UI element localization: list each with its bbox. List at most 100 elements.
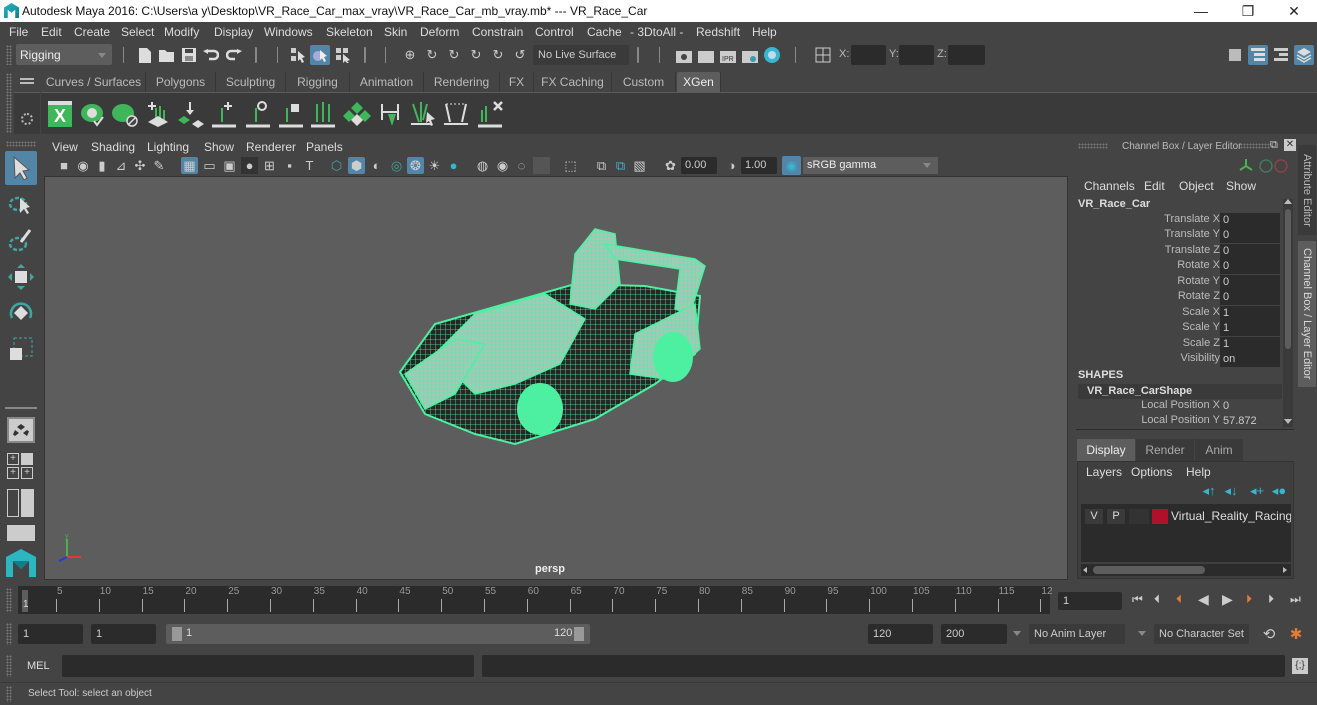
- exposure-icon[interactable]: ✿: [662, 157, 679, 174]
- depth-of-field-icon[interactable]: [533, 157, 550, 174]
- color-space-dropdown[interactable]: sRGB gamma: [803, 157, 938, 174]
- menu-skeleton[interactable]: Skeleton: [326, 25, 373, 39]
- four-view-layout-icon[interactable]: + + +: [7, 453, 35, 481]
- ipr-render-icon[interactable]: IPR: [718, 45, 738, 65]
- tab-render[interactable]: Render: [1136, 439, 1194, 461]
- channel-value[interactable]: 1: [1220, 337, 1280, 352]
- tab-rendering[interactable]: Rendering: [424, 72, 500, 92]
- lasso-tool-icon[interactable]: [5, 189, 37, 221]
- step-back-frame-icon[interactable]: ⏴: [1176, 592, 1182, 607]
- select-by-hierarchy-icon[interactable]: [288, 45, 308, 65]
- step-forward-frame-icon[interactable]: ⏵: [1246, 592, 1252, 607]
- scroll-up-icon[interactable]: [1284, 199, 1292, 204]
- cb-menu-channels[interactable]: Channels: [1084, 179, 1135, 193]
- drag-handle[interactable]: [6, 686, 12, 702]
- menu-deform[interactable]: Deform: [420, 25, 459, 39]
- cb-menu-show[interactable]: Show: [1226, 179, 1256, 193]
- select-by-object-icon[interactable]: [310, 45, 330, 65]
- channel-row[interactable]: Visibility on: [1072, 352, 1282, 367]
- collapse-arrow[interactable]: [637, 47, 641, 63]
- xgen-hide-primitives-icon[interactable]: [111, 99, 139, 129]
- le-menu-layers[interactable]: Layers: [1086, 465, 1122, 479]
- scale-tool-icon[interactable]: [5, 333, 37, 365]
- play-backward-icon[interactable]: ◀: [1198, 591, 1209, 608]
- menu-file[interactable]: File: [9, 25, 28, 39]
- drag-handle[interactable]: [6, 73, 12, 133]
- drag-handle[interactable]: [6, 588, 12, 612]
- hypershade-icon[interactable]: [762, 45, 782, 65]
- play-forward-icon[interactable]: ▶: [1222, 591, 1233, 608]
- anti-aliasing-icon[interactable]: ◌: [513, 157, 530, 174]
- animation-preferences-icon[interactable]: ✱: [1286, 624, 1306, 644]
- move-tool-icon[interactable]: [5, 261, 37, 293]
- race-car-model[interactable]: [395, 224, 715, 446]
- channel-row[interactable]: Rotate Y0: [1072, 275, 1282, 290]
- tab-curves-surfaces[interactable]: Curves / Surfaces: [42, 72, 146, 92]
- scroll-right-icon[interactable]: [1283, 567, 1287, 573]
- new-layer-selected-icon[interactable]: ◂●: [1270, 483, 1288, 498]
- channel-value[interactable]: 0: [1220, 213, 1280, 228]
- chevron-down-icon[interactable]: [1013, 631, 1021, 636]
- snap-to-curve-icon[interactable]: ↻: [422, 45, 442, 65]
- tab-fx-caching[interactable]: FX Caching: [534, 72, 612, 92]
- tab-channel-box-layer-editor[interactable]: Channel Box / Layer Editor: [1298, 241, 1316, 387]
- xgen-sculpt-guides-icon[interactable]: [244, 99, 272, 129]
- playback-end-input[interactable]: 120: [868, 624, 933, 644]
- channel-row[interactable]: Translate Z0: [1072, 244, 1282, 259]
- select-by-component-icon[interactable]: [333, 45, 353, 65]
- outliner-layout-icon[interactable]: [7, 525, 35, 541]
- vp-menu-view[interactable]: View: [52, 140, 78, 154]
- go-to-start-icon[interactable]: ⏮: [1132, 592, 1143, 607]
- xgen-guide-bounds-icon[interactable]: [442, 99, 470, 129]
- smooth-shade-icon[interactable]: ⬢: [348, 157, 365, 174]
- isolate-select-icon[interactable]: ⬚: [562, 157, 579, 174]
- screen-space-ao-icon[interactable]: ◍: [474, 157, 491, 174]
- vp-menu-renderer[interactable]: Renderer: [246, 140, 296, 154]
- channel-row[interactable]: Rotate X0: [1072, 259, 1282, 274]
- textured-icon[interactable]: ❂: [407, 157, 424, 174]
- snap-to-grid-icon[interactable]: ⊕: [400, 45, 420, 65]
- modeling-toolkit-icon[interactable]: [1225, 45, 1245, 65]
- step-back-key-icon[interactable]: ⏴: [1154, 592, 1160, 607]
- cb-menu-object[interactable]: Object: [1179, 179, 1214, 193]
- auto-keyframe-icon[interactable]: ⟲: [1259, 624, 1279, 644]
- drag-handle[interactable]: [6, 45, 12, 65]
- channel-row[interactable]: Rotate Z0: [1072, 290, 1282, 305]
- close-button[interactable]: ✕: [1271, 0, 1317, 22]
- tab-display[interactable]: Display: [1077, 439, 1135, 461]
- y-coordinate-input[interactable]: [899, 45, 934, 65]
- channel-row[interactable]: Scale Y1: [1072, 321, 1282, 336]
- channel-value[interactable]: on: [1220, 352, 1280, 367]
- gamma-icon[interactable]: ◑: [723, 157, 740, 174]
- tab-xgen[interactable]: XGen: [677, 72, 721, 92]
- drag-handle[interactable]: [1240, 143, 1270, 149]
- cb-menu-edit[interactable]: Edit: [1144, 179, 1165, 193]
- live-surface-field[interactable]: No Live Surface: [533, 45, 629, 65]
- channel-value[interactable]: 0: [1220, 244, 1280, 259]
- end-time-input[interactable]: 200: [941, 624, 1007, 644]
- safe-title-icon[interactable]: T: [301, 157, 318, 174]
- vp-menu-panels[interactable]: Panels: [306, 140, 343, 154]
- shelf-settings-icon[interactable]: [21, 113, 33, 125]
- channel-row[interactable]: Local Position Y 57.872: [1072, 414, 1282, 429]
- channel-row[interactable]: Translate Y0: [1072, 228, 1282, 243]
- channel-value[interactable]: 0: [1220, 228, 1280, 243]
- snap-together-icon[interactable]: ↺: [510, 45, 530, 65]
- menu-select[interactable]: Select: [121, 25, 154, 39]
- menu-control[interactable]: Control: [535, 25, 574, 39]
- close-panel-icon[interactable]: ✕: [1284, 139, 1296, 151]
- color-management-toggle-icon[interactable]: ◉: [782, 156, 801, 175]
- scroll-thumb[interactable]: [1093, 566, 1205, 574]
- go-to-end-icon[interactable]: ⏭: [1290, 592, 1301, 607]
- wireframe-on-shaded-icon[interactable]: ◎: [388, 157, 405, 174]
- shadows-icon[interactable]: ●: [445, 157, 462, 174]
- collapse-arrow[interactable]: [364, 47, 368, 63]
- le-menu-help[interactable]: Help: [1186, 465, 1211, 479]
- tab-rigging[interactable]: Rigging: [286, 72, 350, 92]
- channel-box-options-icon[interactable]: [1238, 157, 1288, 175]
- resolution-gate-icon[interactable]: ▣: [221, 157, 238, 174]
- paint-select-tool-icon[interactable]: [5, 225, 37, 257]
- menu-cache[interactable]: Cache: [587, 25, 622, 39]
- tab-custom[interactable]: Custom: [612, 72, 676, 92]
- tab-fx[interactable]: FX: [500, 72, 534, 92]
